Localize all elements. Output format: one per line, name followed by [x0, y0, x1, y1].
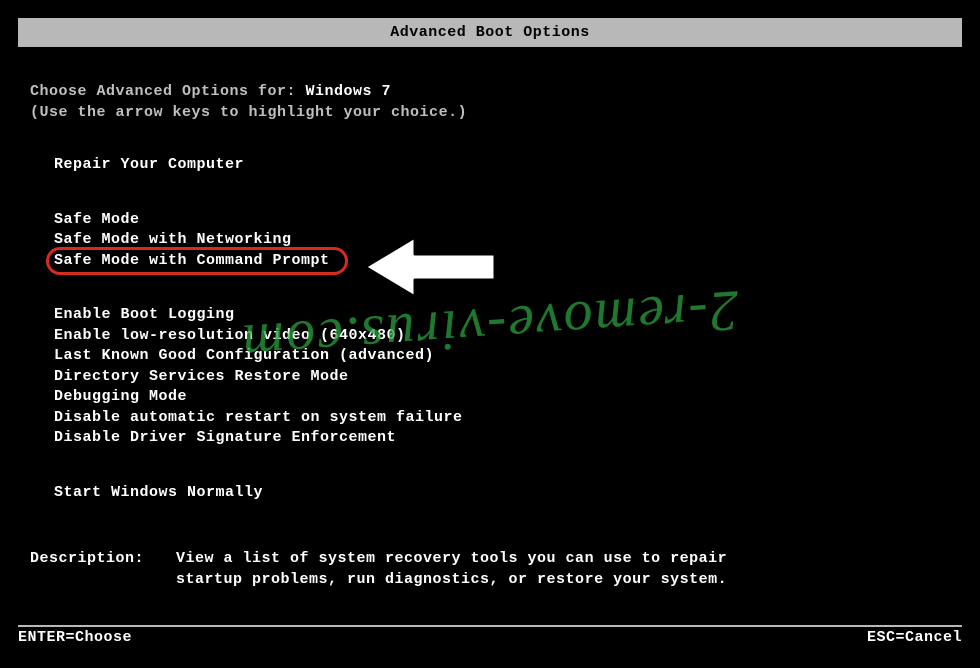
option-disable-driver-sig[interactable]: Disable Driver Signature Enforcement — [54, 428, 396, 448]
description-text: View a list of system recovery tools you… — [176, 548, 776, 590]
option-boot-logging[interactable]: Enable Boot Logging — [54, 305, 235, 325]
option-disable-auto-restart[interactable]: Disable automatic restart on system fail… — [54, 408, 463, 428]
prompt-line: Choose Advanced Options for: Windows 7 — [30, 83, 950, 100]
option-safe-mode-networking[interactable]: Safe Mode with Networking — [54, 230, 292, 250]
os-name: Windows 7 — [306, 83, 392, 100]
option-safe-mode-cmd[interactable]: Safe Mode with Command Prompt — [54, 251, 330, 271]
option-debugging[interactable]: Debugging Mode — [54, 387, 187, 407]
option-start-normally[interactable]: Start Windows Normally — [54, 483, 263, 503]
boot-options: Repair Your Computer Safe Mode Safe Mode… — [30, 155, 950, 503]
description-block: Description: View a list of system recov… — [30, 548, 950, 590]
hint-text: (Use the arrow keys to highlight your ch… — [30, 104, 950, 121]
option-repair[interactable]: Repair Your Computer — [54, 155, 244, 175]
footer-enter: ENTER=Choose — [18, 629, 132, 646]
option-low-res[interactable]: Enable low-resolution video (640x480) — [54, 326, 406, 346]
footer-esc: ESC=Cancel — [867, 629, 962, 646]
option-safe-mode[interactable]: Safe Mode — [54, 210, 140, 230]
title-bar: Advanced Boot Options — [18, 18, 962, 47]
description-label: Description: — [30, 548, 176, 590]
footer-bar: ENTER=Choose ESC=Cancel — [18, 625, 962, 646]
prompt-prefix: Choose Advanced Options for: — [30, 83, 306, 100]
title-text: Advanced Boot Options — [390, 24, 590, 41]
main-content: Choose Advanced Options for: Windows 7 (… — [0, 47, 980, 590]
option-ds-restore[interactable]: Directory Services Restore Mode — [54, 367, 349, 387]
option-last-known-good[interactable]: Last Known Good Configuration (advanced) — [54, 346, 434, 366]
